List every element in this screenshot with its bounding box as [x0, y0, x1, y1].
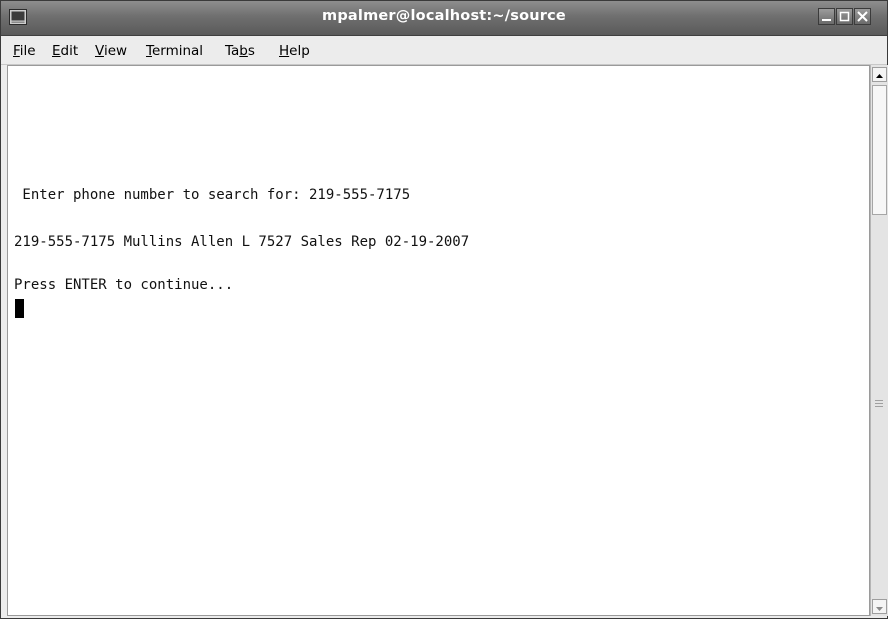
menu-edit-mnemonic: E: [52, 43, 61, 59]
menu-tabs-pre: Ta: [225, 43, 240, 59]
menu-tabs-rest: s: [247, 43, 255, 59]
menu-file-rest: ile: [19, 43, 36, 59]
close-button[interactable]: [854, 8, 871, 25]
terminal-line-result: 219-555-7175 Mullins Allen L 7527 Sales …: [14, 234, 470, 250]
menu-help-mnemonic: H: [279, 43, 290, 59]
title-bar[interactable]: mpalmer@localhost:~/source: [1, 1, 887, 36]
menu-bar: File Edit View Terminal Tabs Help: [1, 36, 887, 65]
maximize-button[interactable]: [836, 8, 853, 25]
menu-view[interactable]: View: [95, 43, 127, 59]
minimize-button[interactable]: [818, 8, 835, 25]
menu-file[interactable]: File: [13, 43, 36, 59]
menu-help-rest: elp: [289, 43, 310, 59]
menu-file-mnemonic: F: [13, 43, 20, 59]
menu-edit[interactable]: Edit: [52, 43, 78, 59]
menu-help[interactable]: Help: [279, 43, 310, 59]
scroll-thumb[interactable]: [872, 85, 887, 215]
terminal-line-prompt: Enter phone number to search for: 219-55…: [14, 187, 411, 203]
terminal-window: mpalmer@localhost:~/source File Edit Vie…: [0, 0, 888, 619]
scroll-up-arrow-icon: [876, 74, 883, 78]
menu-edit-rest: dit: [60, 43, 79, 59]
menu-view-rest: iew: [103, 43, 128, 59]
terminal-line-continue: Press ENTER to continue...: [14, 277, 234, 293]
close-icon: [857, 11, 868, 22]
scroll-grip-icon: [875, 400, 883, 407]
menu-terminal[interactable]: Terminal: [146, 43, 203, 59]
menu-view-mnemonic: V: [95, 43, 104, 59]
text-cursor: [15, 299, 24, 318]
minimize-icon: [822, 19, 831, 21]
maximize-icon: [839, 11, 850, 22]
vertical-scrollbar[interactable]: [870, 65, 888, 616]
window-title: mpalmer@localhost:~/source: [322, 8, 566, 24]
scroll-down-arrow-icon: [876, 607, 883, 611]
scroll-up-button[interactable]: [872, 67, 887, 82]
menu-tabs[interactable]: Tabs: [225, 43, 255, 59]
menu-tabs-mnemonic: b: [239, 43, 248, 59]
scroll-down-button[interactable]: [872, 599, 887, 614]
menu-terminal-rest: erminal: [151, 43, 204, 59]
terminal-output[interactable]: Enter phone number to search for: 219-55…: [7, 65, 870, 616]
